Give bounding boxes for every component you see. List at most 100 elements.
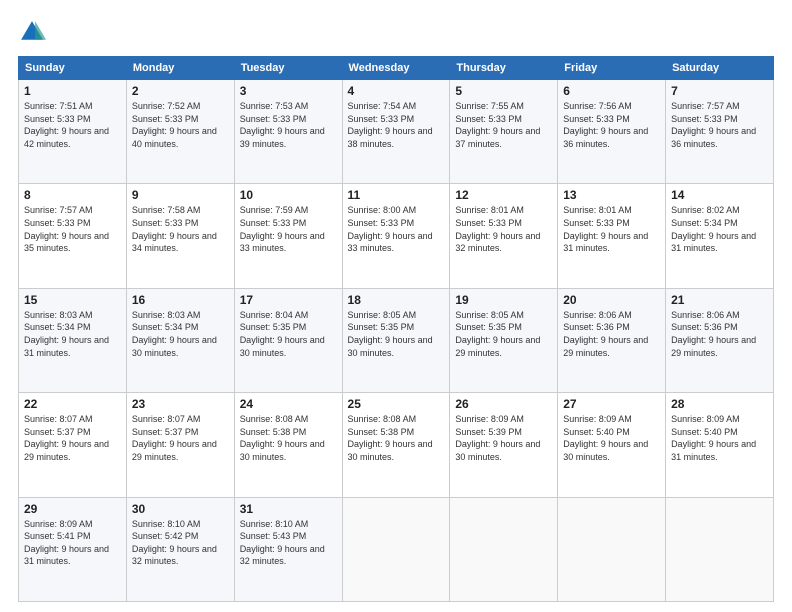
sunset: Sunset: 5:33 PM	[240, 114, 307, 124]
sunrise: Sunrise: 8:10 AM	[240, 519, 309, 529]
daylight: Daylight: 9 hours and 29 minutes.	[563, 335, 648, 358]
week-row-1: 1 Sunrise: 7:51 AM Sunset: 5:33 PM Dayli…	[19, 80, 774, 184]
sunrise: Sunrise: 7:52 AM	[132, 101, 201, 111]
day-number: 2	[132, 84, 229, 98]
daylight: Daylight: 9 hours and 40 minutes.	[132, 126, 217, 149]
sunset: Sunset: 5:33 PM	[455, 218, 522, 228]
day-number: 16	[132, 293, 229, 307]
sunset: Sunset: 5:34 PM	[132, 322, 199, 332]
daylight: Daylight: 9 hours and 31 minutes.	[671, 231, 756, 254]
day-number: 22	[24, 397, 121, 411]
day-number: 6	[563, 84, 660, 98]
day-info: Sunrise: 7:57 AM Sunset: 5:33 PM Dayligh…	[671, 100, 768, 150]
calendar-body: 1 Sunrise: 7:51 AM Sunset: 5:33 PM Dayli…	[19, 80, 774, 602]
sunrise: Sunrise: 7:51 AM	[24, 101, 93, 111]
sunrise: Sunrise: 8:04 AM	[240, 310, 309, 320]
sunset: Sunset: 5:33 PM	[348, 114, 415, 124]
daylight: Daylight: 9 hours and 30 minutes.	[240, 335, 325, 358]
sunrise: Sunrise: 8:00 AM	[348, 205, 417, 215]
day-number: 3	[240, 84, 337, 98]
sunrise: Sunrise: 8:07 AM	[24, 414, 93, 424]
page: SundayMondayTuesdayWednesdayThursdayFrid…	[0, 0, 792, 612]
sunset: Sunset: 5:36 PM	[563, 322, 630, 332]
sunset: Sunset: 5:40 PM	[671, 427, 738, 437]
day-number: 18	[348, 293, 445, 307]
calendar-table: SundayMondayTuesdayWednesdayThursdayFrid…	[18, 56, 774, 602]
day-number: 8	[24, 188, 121, 202]
header	[18, 18, 774, 46]
col-header-saturday: Saturday	[666, 57, 774, 80]
day-info: Sunrise: 7:55 AM Sunset: 5:33 PM Dayligh…	[455, 100, 552, 150]
day-info: Sunrise: 8:09 AM Sunset: 5:40 PM Dayligh…	[671, 413, 768, 463]
calendar-header: SundayMondayTuesdayWednesdayThursdayFrid…	[19, 57, 774, 80]
col-header-wednesday: Wednesday	[342, 57, 450, 80]
sunrise: Sunrise: 8:08 AM	[240, 414, 309, 424]
sunset: Sunset: 5:33 PM	[240, 218, 307, 228]
sunrise: Sunrise: 8:09 AM	[455, 414, 524, 424]
day-cell: 30 Sunrise: 8:10 AM Sunset: 5:42 PM Dayl…	[126, 497, 234, 601]
day-number: 12	[455, 188, 552, 202]
daylight: Daylight: 9 hours and 29 minutes.	[24, 439, 109, 462]
day-number: 20	[563, 293, 660, 307]
col-header-monday: Monday	[126, 57, 234, 80]
daylight: Daylight: 9 hours and 30 minutes.	[132, 335, 217, 358]
day-cell: 23 Sunrise: 8:07 AM Sunset: 5:37 PM Dayl…	[126, 393, 234, 497]
day-cell: 12 Sunrise: 8:01 AM Sunset: 5:33 PM Dayl…	[450, 184, 558, 288]
sunrise: Sunrise: 8:09 AM	[563, 414, 632, 424]
day-number: 10	[240, 188, 337, 202]
sunrise: Sunrise: 8:01 AM	[455, 205, 524, 215]
day-number: 9	[132, 188, 229, 202]
daylight: Daylight: 9 hours and 31 minutes.	[24, 544, 109, 567]
day-number: 29	[24, 502, 121, 516]
day-number: 11	[348, 188, 445, 202]
daylight: Daylight: 9 hours and 30 minutes.	[348, 439, 433, 462]
daylight: Daylight: 9 hours and 33 minutes.	[348, 231, 433, 254]
header-row: SundayMondayTuesdayWednesdayThursdayFrid…	[19, 57, 774, 80]
daylight: Daylight: 9 hours and 32 minutes.	[455, 231, 540, 254]
daylight: Daylight: 9 hours and 34 minutes.	[132, 231, 217, 254]
col-header-tuesday: Tuesday	[234, 57, 342, 80]
sunrise: Sunrise: 8:06 AM	[563, 310, 632, 320]
day-cell: 6 Sunrise: 7:56 AM Sunset: 5:33 PM Dayli…	[558, 80, 666, 184]
day-info: Sunrise: 8:09 AM Sunset: 5:39 PM Dayligh…	[455, 413, 552, 463]
daylight: Daylight: 9 hours and 32 minutes.	[132, 544, 217, 567]
day-number: 14	[671, 188, 768, 202]
col-header-sunday: Sunday	[19, 57, 127, 80]
sunrise: Sunrise: 7:59 AM	[240, 205, 309, 215]
sunrise: Sunrise: 8:03 AM	[24, 310, 93, 320]
sunrise: Sunrise: 7:55 AM	[455, 101, 524, 111]
day-info: Sunrise: 8:08 AM Sunset: 5:38 PM Dayligh…	[348, 413, 445, 463]
day-info: Sunrise: 8:01 AM Sunset: 5:33 PM Dayligh…	[563, 204, 660, 254]
daylight: Daylight: 9 hours and 42 minutes.	[24, 126, 109, 149]
daylight: Daylight: 9 hours and 31 minutes.	[24, 335, 109, 358]
day-cell	[450, 497, 558, 601]
sunrise: Sunrise: 8:03 AM	[132, 310, 201, 320]
day-cell: 20 Sunrise: 8:06 AM Sunset: 5:36 PM Dayl…	[558, 288, 666, 392]
day-number: 28	[671, 397, 768, 411]
day-info: Sunrise: 8:06 AM Sunset: 5:36 PM Dayligh…	[563, 309, 660, 359]
day-cell: 16 Sunrise: 8:03 AM Sunset: 5:34 PM Dayl…	[126, 288, 234, 392]
day-cell: 11 Sunrise: 8:00 AM Sunset: 5:33 PM Dayl…	[342, 184, 450, 288]
day-info: Sunrise: 8:05 AM Sunset: 5:35 PM Dayligh…	[348, 309, 445, 359]
day-cell	[666, 497, 774, 601]
day-cell: 25 Sunrise: 8:08 AM Sunset: 5:38 PM Dayl…	[342, 393, 450, 497]
day-cell	[558, 497, 666, 601]
sunset: Sunset: 5:37 PM	[132, 427, 199, 437]
sunset: Sunset: 5:33 PM	[24, 114, 91, 124]
sunrise: Sunrise: 8:01 AM	[563, 205, 632, 215]
day-info: Sunrise: 8:07 AM Sunset: 5:37 PM Dayligh…	[24, 413, 121, 463]
day-number: 1	[24, 84, 121, 98]
day-number: 21	[671, 293, 768, 307]
sunrise: Sunrise: 8:08 AM	[348, 414, 417, 424]
day-info: Sunrise: 7:52 AM Sunset: 5:33 PM Dayligh…	[132, 100, 229, 150]
day-cell: 3 Sunrise: 7:53 AM Sunset: 5:33 PM Dayli…	[234, 80, 342, 184]
week-row-4: 22 Sunrise: 8:07 AM Sunset: 5:37 PM Dayl…	[19, 393, 774, 497]
daylight: Daylight: 9 hours and 30 minutes.	[240, 439, 325, 462]
day-number: 27	[563, 397, 660, 411]
sunset: Sunset: 5:33 PM	[24, 218, 91, 228]
day-cell: 8 Sunrise: 7:57 AM Sunset: 5:33 PM Dayli…	[19, 184, 127, 288]
sunset: Sunset: 5:33 PM	[132, 114, 199, 124]
sunset: Sunset: 5:33 PM	[348, 218, 415, 228]
day-cell: 26 Sunrise: 8:09 AM Sunset: 5:39 PM Dayl…	[450, 393, 558, 497]
logo-icon	[18, 18, 46, 46]
